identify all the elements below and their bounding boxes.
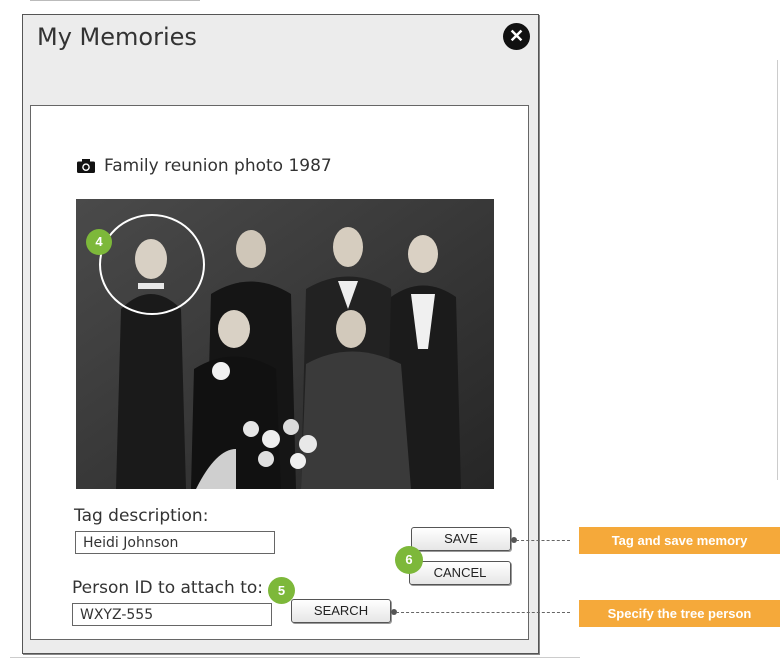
search-button[interactable]: SEARCH <box>291 599 391 623</box>
badge-4: 4 <box>86 229 112 255</box>
memories-dialog: My Memories ✕ Family reunion photo 1987 <box>22 14 539 654</box>
sketch-edge-top <box>30 0 200 1</box>
callout-save: Tag and save memory <box>579 527 780 554</box>
save-connector-line <box>516 540 570 541</box>
cancel-button[interactable]: CANCEL <box>409 561 511 585</box>
callout-search: Specify the tree person <box>579 600 780 627</box>
camera-icon <box>77 159 95 173</box>
save-button[interactable]: SAVE <box>411 527 511 551</box>
photo-heading: Family reunion photo 1987 <box>77 156 332 176</box>
badge-5: 5 <box>268 577 295 604</box>
close-icon: ✕ <box>508 26 525 46</box>
close-button[interactable]: ✕ <box>503 23 530 50</box>
memory-photo[interactable]: 4 <box>76 199 494 489</box>
face-tag-circle[interactable] <box>99 214 205 315</box>
sketch-edge-right <box>777 60 778 480</box>
person-id-input[interactable] <box>72 603 272 626</box>
person-id-label: Person ID to attach to: <box>72 578 263 598</box>
sketch-edge-bottom <box>10 657 580 658</box>
photo-title: Family reunion photo 1987 <box>104 156 332 176</box>
dialog-title: My Memories <box>37 23 197 51</box>
badge-6: 6 <box>395 546 423 574</box>
tag-description-label: Tag description: <box>74 506 209 526</box>
tag-description-input[interactable] <box>75 531 275 554</box>
dialog-content: Family reunion photo 1987 4 Tag descript… <box>30 105 529 640</box>
search-connector-line <box>396 612 570 613</box>
